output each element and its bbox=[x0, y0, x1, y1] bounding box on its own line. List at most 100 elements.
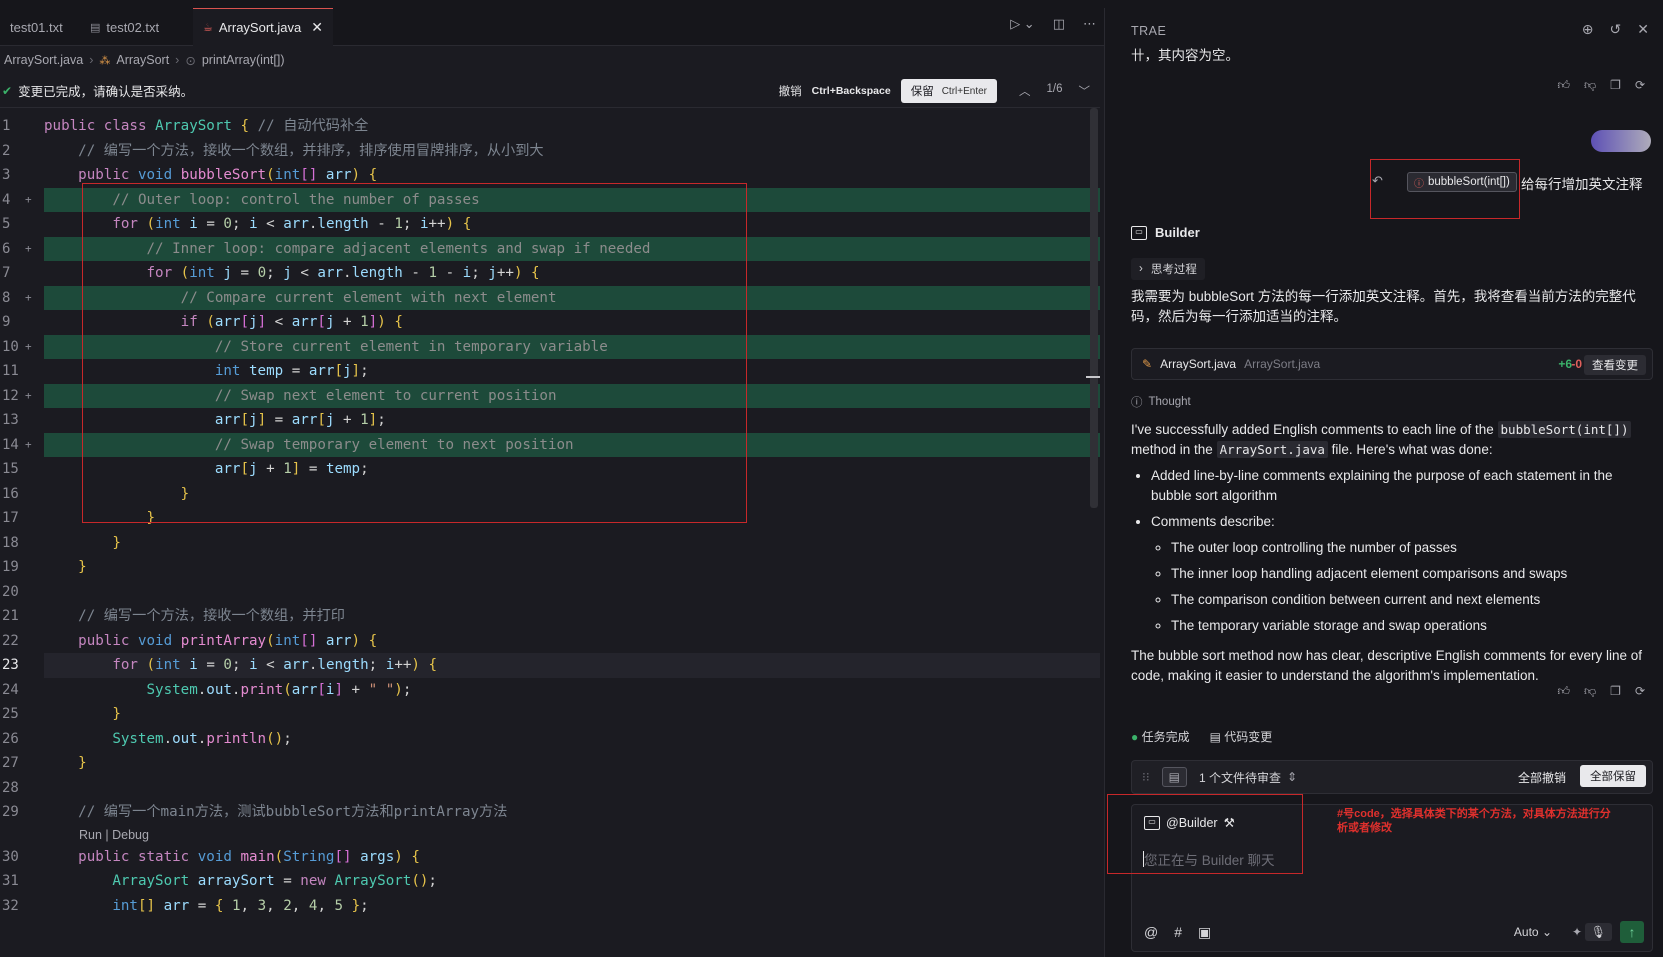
new-chat-icon[interactable]: ⊕ bbox=[1582, 21, 1594, 38]
code-line[interactable]: 20 bbox=[0, 580, 1100, 605]
code-line[interactable]: 14 + // Swap temporary element to next po… bbox=[0, 432, 1100, 457]
line-number[interactable]: 32 bbox=[0, 894, 34, 919]
line-number[interactable]: 27 bbox=[0, 751, 34, 776]
pending-files-dropdown[interactable]: 1 个文件待审查 bbox=[1199, 769, 1281, 786]
keep-button[interactable]: 保留 Ctrl+Enter bbox=[900, 79, 997, 103]
tab-arraysort[interactable]: ☕ ArraySort.java ✕ bbox=[193, 8, 333, 46]
line-number[interactable]: 2 bbox=[0, 139, 34, 164]
line-number[interactable]: 28 bbox=[0, 776, 34, 801]
sparkle-icon[interactable]: ✦ bbox=[1572, 925, 1582, 939]
undo-all-button[interactable]: 全部撤销 bbox=[1518, 769, 1566, 786]
microphone-icon[interactable]: 🎙︎ bbox=[1584, 923, 1612, 941]
changed-file-card[interactable]: ✎ ArraySort.java ArraySort.java +6 -0 查看… bbox=[1131, 348, 1653, 380]
line-number[interactable]: 7 bbox=[0, 261, 34, 286]
copy-icon[interactable]: ❐ bbox=[1610, 78, 1621, 93]
history-icon[interactable]: ↺ bbox=[1610, 21, 1622, 38]
line-number[interactable]: 15 bbox=[0, 457, 34, 482]
undo-button[interactable]: 撤销 bbox=[779, 83, 802, 99]
line-number[interactable]: 29 bbox=[0, 800, 34, 825]
line-number[interactable]: 13 bbox=[0, 408, 34, 433]
at-icon[interactable]: @ bbox=[1144, 924, 1158, 941]
chevron-up-icon[interactable]: ︿ bbox=[1019, 83, 1031, 99]
code-line[interactable]: 7 for (int j = 0; j < arr.length - 1 - i… bbox=[0, 261, 1100, 286]
code-line[interactable]: 4 + // Outer loop: control the number of … bbox=[0, 187, 1100, 212]
code-line[interactable]: 26 System.out.println(); bbox=[0, 727, 1100, 752]
copy-icon[interactable]: ❐ bbox=[1610, 684, 1621, 699]
code-line[interactable]: 28 bbox=[0, 776, 1100, 801]
code-line[interactable]: 16 } bbox=[0, 482, 1100, 507]
code-line[interactable]: 1 public class ArraySort { // 自动代码补全 bbox=[0, 114, 1100, 139]
line-number[interactable]: 20 bbox=[0, 580, 34, 605]
close-icon[interactable]: ✕ bbox=[1637, 21, 1649, 38]
line-number[interactable]: 25 bbox=[0, 702, 34, 727]
thumbs-down-icon[interactable]: 👎︎ bbox=[1584, 78, 1596, 93]
editor-scrollbar[interactable] bbox=[1090, 108, 1098, 508]
list-icon[interactable]: ⁝⁝ bbox=[1142, 770, 1150, 784]
code-line[interactable]: 3 public void bubbleSort(int[] arr) { bbox=[0, 163, 1100, 188]
thumbs-up-icon[interactable]: 👍︎ bbox=[1557, 684, 1570, 699]
code-line[interactable]: 2 // 编写一个方法，接收一个数组，并排序，排序使用冒牌排序，从小到大 bbox=[0, 139, 1100, 164]
code-line[interactable]: 24 System.out.print(arr[i] + " "); bbox=[0, 678, 1100, 703]
keep-all-button[interactable]: 全部保留 bbox=[1580, 765, 1646, 787]
line-number[interactable]: 26 bbox=[0, 727, 34, 752]
code-line[interactable]: 8 + // Compare current element with next … bbox=[0, 285, 1100, 310]
line-number[interactable]: 30 bbox=[0, 845, 34, 870]
code-line[interactable]: 13 arr[j] = arr[j + 1]; bbox=[0, 408, 1100, 433]
image-icon[interactable]: ▣ bbox=[1198, 924, 1211, 941]
code-line[interactable]: 27 } bbox=[0, 751, 1100, 776]
line-number[interactable]: 1 bbox=[0, 114, 34, 139]
thumbs-down-icon[interactable]: 👎︎ bbox=[1584, 684, 1596, 699]
thinking-toggle[interactable]: › 思考过程 bbox=[1131, 258, 1205, 280]
line-number[interactable]: 17 bbox=[0, 506, 34, 531]
code-line[interactable]: 9 if (arr[j] < arr[j + 1]) { bbox=[0, 310, 1100, 335]
code-area[interactable]: 1 public class ArraySort { // 自动代码补全 2 // … bbox=[0, 114, 1100, 918]
line-number[interactable]: 21 bbox=[0, 604, 34, 629]
line-number[interactable]: 3 bbox=[0, 163, 34, 188]
code-line[interactable]: 19 } bbox=[0, 555, 1100, 580]
retry-icon[interactable]: ⟳ bbox=[1635, 684, 1645, 699]
breadcrumb-class[interactable]: ArraySort bbox=[116, 53, 169, 67]
code-line[interactable]: 23 for (int i = 0; i < arr.length; i++) … bbox=[0, 653, 1100, 678]
code-line[interactable]: 31 ArraySort arraySort = new ArraySort()… bbox=[0, 869, 1100, 894]
file-icon[interactable]: ▤ bbox=[1161, 767, 1187, 787]
code-line[interactable]: 10 + // Store current element in temporar… bbox=[0, 334, 1100, 359]
code-changes-link[interactable]: ▤ 代码变更 bbox=[1210, 728, 1273, 745]
line-number[interactable]: 11 bbox=[0, 359, 34, 384]
send-button[interactable]: ↑ bbox=[1620, 921, 1644, 943]
thought-label[interactable]: ⓘ Thought bbox=[1131, 394, 1191, 410]
line-number[interactable]: 9 bbox=[0, 310, 34, 335]
code-line[interactable]: 29 // 编写一个main方法，测试bubbleSort方法和printArr… bbox=[0, 800, 1100, 825]
line-number[interactable]: 5 bbox=[0, 212, 34, 237]
code-line[interactable]: 17 } bbox=[0, 506, 1100, 531]
code-line[interactable]: 22 public void printArray(int[] arr) { bbox=[0, 629, 1100, 654]
tab-test02[interactable]: ▤ test02.txt bbox=[80, 8, 169, 46]
line-number[interactable]: 18 bbox=[0, 531, 34, 556]
code-line[interactable]: 32 int[] arr = { 1, 3, 2, 4, 5 }; bbox=[0, 894, 1100, 919]
line-number[interactable]: 22 bbox=[0, 629, 34, 654]
code-line[interactable]: 15 arr[j + 1] = temp; bbox=[0, 457, 1100, 482]
code-line[interactable]: 11 int temp = arr[j]; bbox=[0, 359, 1100, 384]
run-icon[interactable]: ▷ ⌄ bbox=[1010, 16, 1035, 32]
breadcrumb-file[interactable]: ArraySort.java bbox=[4, 53, 83, 67]
view-changes-button[interactable]: 查看变更 bbox=[1584, 355, 1646, 375]
code-line[interactable]: 18 } bbox=[0, 531, 1100, 556]
line-number[interactable]: 24 bbox=[0, 678, 34, 703]
hash-icon[interactable]: # bbox=[1174, 924, 1182, 941]
tab-test01[interactable]: test01.txt bbox=[0, 8, 73, 46]
code-line[interactable]: 12 + // Swap next element to current posi… bbox=[0, 383, 1100, 408]
thumbs-up-icon[interactable]: 👍︎ bbox=[1557, 78, 1570, 93]
chevron-down-icon[interactable]: ﹀ bbox=[1079, 83, 1091, 99]
line-number[interactable]: 16 bbox=[0, 482, 34, 507]
code-line[interactable]: 21 // 编写一个方法，接收一个数组，并打印 bbox=[0, 604, 1100, 629]
line-number[interactable]: 31 bbox=[0, 869, 34, 894]
line-number[interactable]: 19 bbox=[0, 555, 34, 580]
line-number[interactable]: 23 bbox=[0, 653, 34, 678]
code-line[interactable]: 30 public static void main(String[] args… bbox=[0, 845, 1100, 870]
model-mode-select[interactable]: Auto ⌄ bbox=[1514, 925, 1552, 939]
retry-icon[interactable]: ⟳ bbox=[1635, 78, 1645, 93]
codelens-run-debug[interactable]: Run | Debug bbox=[0, 825, 1100, 845]
split-editor-icon[interactable]: ◫ bbox=[1053, 16, 1065, 32]
code-line[interactable]: 6 + // Inner loop: compare adjacent eleme… bbox=[0, 236, 1100, 261]
breadcrumb-method[interactable]: printArray(int[]) bbox=[202, 53, 285, 67]
code-line[interactable]: 5 for (int i = 0; i < arr.length - 1; i+… bbox=[0, 212, 1100, 237]
